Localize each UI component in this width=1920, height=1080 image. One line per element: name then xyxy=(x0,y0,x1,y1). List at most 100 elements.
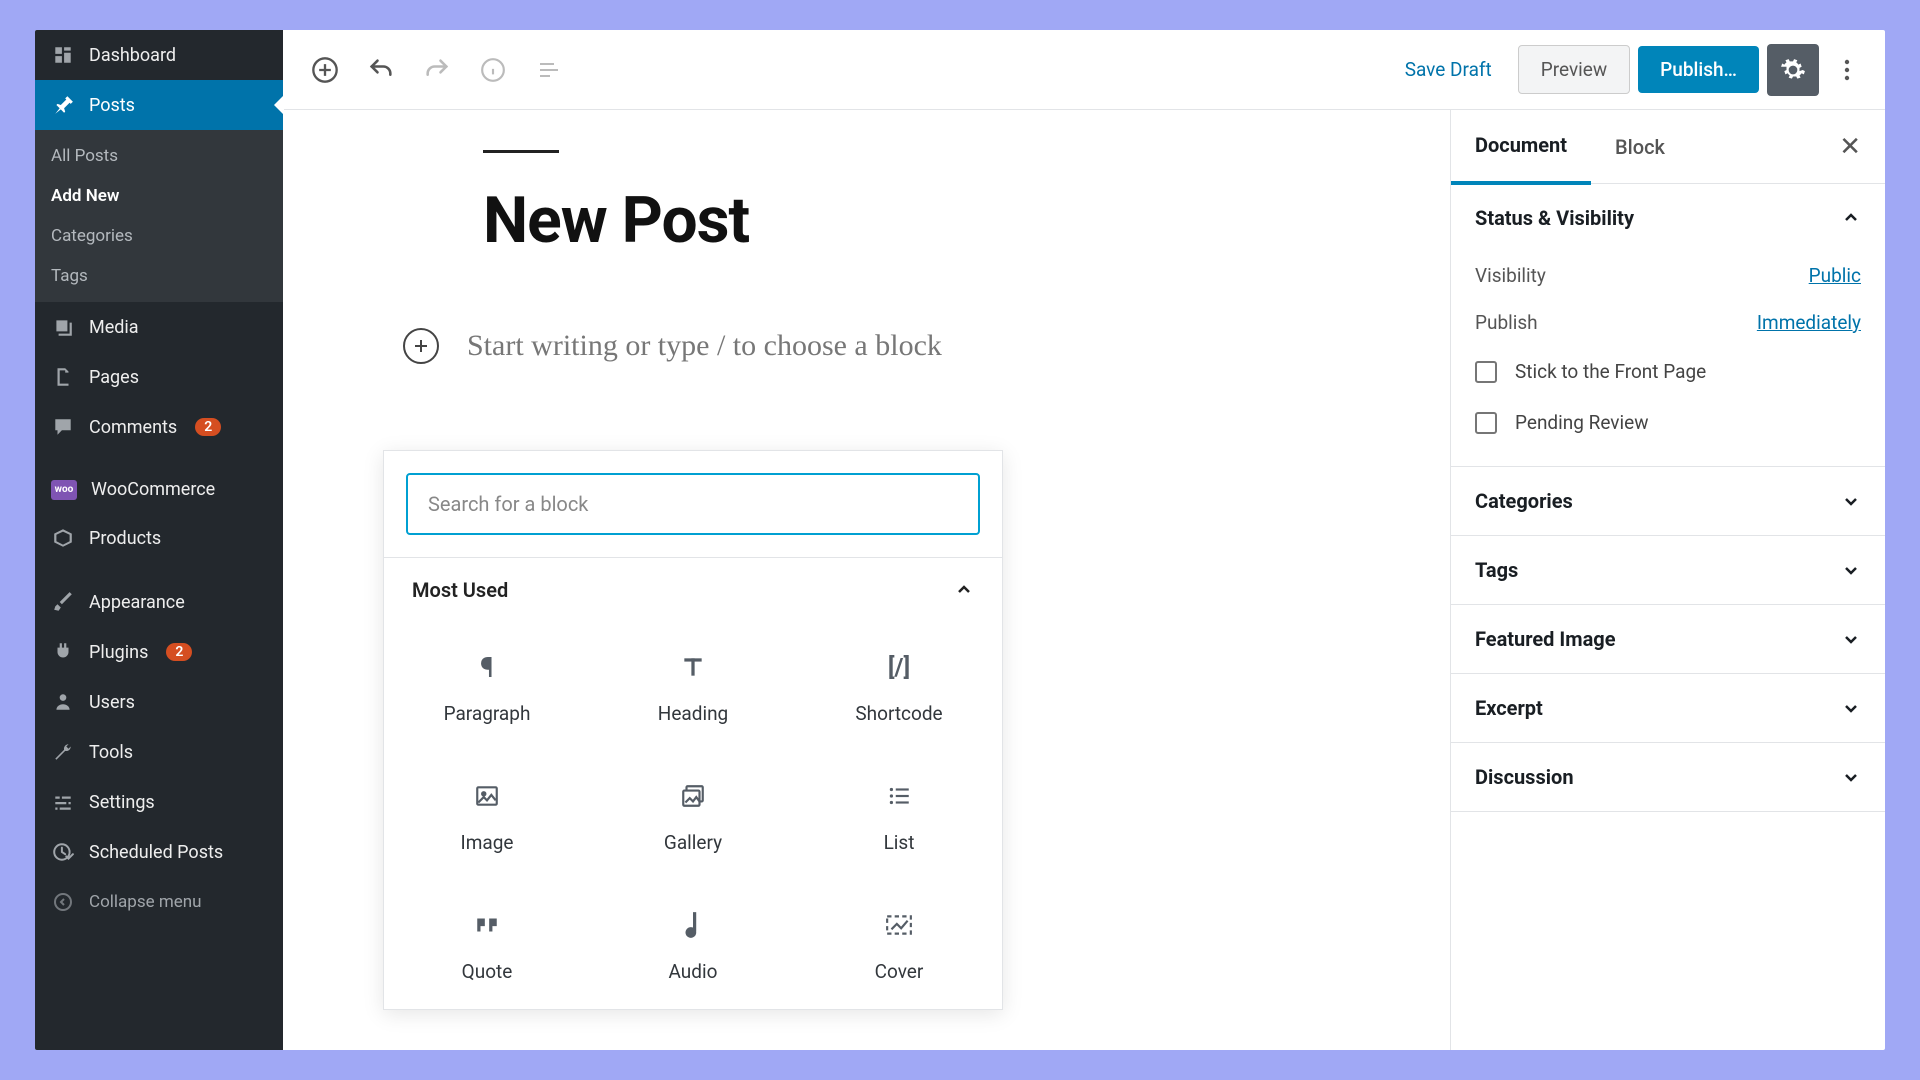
tab-document[interactable]: Document xyxy=(1451,109,1591,185)
block-search-input[interactable] xyxy=(406,473,980,535)
publish-value-link[interactable]: Immediately xyxy=(1757,311,1861,334)
users-icon xyxy=(51,690,75,714)
outline-button[interactable] xyxy=(525,46,573,94)
chevron-down-icon xyxy=(1841,560,1861,580)
block-gallery[interactable]: Gallery xyxy=(590,751,796,880)
stick-front-label: Stick to the Front Page xyxy=(1515,360,1706,383)
sidebar-label: Dashboard xyxy=(89,45,176,66)
sidebar-collapse-menu[interactable]: Collapse menu xyxy=(35,877,283,927)
visibility-label: Visibility xyxy=(1475,264,1546,287)
image-icon xyxy=(474,779,500,813)
list-icon xyxy=(886,779,912,813)
sidebar-item-pages[interactable]: Pages xyxy=(35,352,283,402)
comments-count-badge: 2 xyxy=(195,418,221,436)
categories-header[interactable]: Categories xyxy=(1451,467,1885,535)
block-list[interactable]: List xyxy=(796,751,1002,880)
editor-toolbar: Save Draft Preview Publish… xyxy=(283,30,1885,110)
sidebar-label: Media xyxy=(89,317,139,338)
section-excerpt: Excerpt xyxy=(1451,674,1885,743)
block-audio[interactable]: Audio xyxy=(590,880,796,1009)
content-row: New Post Start writing or type / to choo… xyxy=(283,110,1885,1050)
sidebar-item-products[interactable]: Products xyxy=(35,513,283,563)
add-block-button[interactable] xyxy=(301,46,349,94)
status-visibility-body: Visibility Public Publish Immediately St… xyxy=(1451,252,1885,466)
most-used-header[interactable]: Most Used xyxy=(384,558,1002,622)
redo-button[interactable] xyxy=(413,46,461,94)
inline-add-block-button[interactable] xyxy=(403,328,439,364)
paragraph-icon: ¶ xyxy=(480,650,494,684)
sidebar-item-tools[interactable]: Tools xyxy=(35,727,283,777)
info-button[interactable] xyxy=(469,46,517,94)
sub-categories[interactable]: Categories xyxy=(35,216,283,256)
section-discussion: Discussion xyxy=(1451,743,1885,812)
sub-tags[interactable]: Tags xyxy=(35,256,283,296)
block-heading[interactable]: Heading xyxy=(590,622,796,751)
sidebar-label: Pages xyxy=(89,367,139,388)
block-cover[interactable]: Cover xyxy=(796,880,1002,1009)
audio-icon xyxy=(682,908,704,942)
block-paragraph[interactable]: ¶Paragraph xyxy=(384,622,590,751)
publish-label: Publish xyxy=(1475,311,1538,334)
quote-icon xyxy=(474,908,500,942)
body-placeholder[interactable]: Start writing or type / to choose a bloc… xyxy=(467,329,942,363)
featured-image-header[interactable]: Featured Image xyxy=(1451,605,1885,673)
stick-front-checkbox[interactable] xyxy=(1475,361,1497,383)
sidebar-label: Settings xyxy=(89,792,155,813)
sidebar-item-dashboard[interactable]: Dashboard xyxy=(35,30,283,80)
discussion-header[interactable]: Discussion xyxy=(1451,743,1885,811)
more-options-button[interactable] xyxy=(1827,44,1867,96)
clock-check-icon xyxy=(51,840,75,864)
pending-review-checkbox[interactable] xyxy=(1475,412,1497,434)
section-label: Tags xyxy=(1475,558,1518,582)
wrench-icon xyxy=(51,740,75,764)
section-label: Categories xyxy=(1475,489,1573,513)
chevron-down-icon xyxy=(1841,698,1861,718)
sidebar-item-users[interactable]: Users xyxy=(35,677,283,727)
plugins-icon xyxy=(51,640,75,664)
sidebar-label: Posts xyxy=(89,95,135,116)
post-editor: New Post Start writing or type / to choo… xyxy=(283,110,1450,1050)
tags-header[interactable]: Tags xyxy=(1451,536,1885,604)
settings-gear-button[interactable] xyxy=(1767,44,1819,96)
document-settings-panel: Document Block ✕ Status & Visibility Vis… xyxy=(1450,110,1885,1050)
excerpt-header[interactable]: Excerpt xyxy=(1451,674,1885,742)
pending-review-label: Pending Review xyxy=(1515,411,1648,434)
sub-all-posts[interactable]: All Posts xyxy=(35,136,283,176)
status-visibility-header[interactable]: Status & Visibility xyxy=(1451,184,1885,252)
publish-button[interactable]: Publish… xyxy=(1638,46,1759,93)
sidebar-item-woocommerce[interactable]: woo WooCommerce xyxy=(35,466,283,513)
block-image[interactable]: Image xyxy=(384,751,590,880)
pending-review-row: Pending Review xyxy=(1475,397,1861,448)
section-label: Excerpt xyxy=(1475,696,1543,720)
block-quote[interactable]: Quote xyxy=(384,880,590,1009)
sidebar-item-media[interactable]: Media xyxy=(35,302,283,352)
tab-block[interactable]: Block xyxy=(1591,111,1689,183)
sidebar-label: Products xyxy=(89,528,161,549)
sidebar-item-scheduled-posts[interactable]: Scheduled Posts xyxy=(35,827,283,877)
cover-icon xyxy=(885,908,913,942)
sidebar-item-plugins[interactable]: Plugins 2 xyxy=(35,627,283,677)
visibility-value-link[interactable]: Public xyxy=(1809,264,1861,287)
heading-icon xyxy=(680,650,706,684)
title-divider xyxy=(483,150,559,153)
blocks-grid: ¶Paragraph Heading [/]Shortcode Image Ga… xyxy=(384,622,1002,1009)
main-area: Save Draft Preview Publish… New Post Sta… xyxy=(283,30,1885,1050)
sidebar-item-posts[interactable]: Posts xyxy=(35,80,283,130)
sidebar-item-appearance[interactable]: Appearance xyxy=(35,577,283,627)
section-label: Discussion xyxy=(1475,765,1574,789)
preview-button[interactable]: Preview xyxy=(1518,45,1630,94)
post-title[interactable]: New Post xyxy=(483,183,1450,258)
section-label: Most Used xyxy=(412,578,508,602)
shortcode-icon: [/] xyxy=(888,650,910,684)
sub-add-new[interactable]: Add New xyxy=(35,176,283,216)
chevron-up-icon xyxy=(1841,208,1861,228)
block-shortcode[interactable]: [/]Shortcode xyxy=(796,622,1002,751)
sidebar-item-comments[interactable]: Comments 2 xyxy=(35,402,283,452)
save-draft-button[interactable]: Save Draft xyxy=(1387,48,1510,91)
undo-button[interactable] xyxy=(357,46,405,94)
chevron-down-icon xyxy=(1841,767,1861,787)
sidebar-item-settings[interactable]: Settings xyxy=(35,777,283,827)
section-label: Status & Visibility xyxy=(1475,206,1634,230)
panel-close-button[interactable]: ✕ xyxy=(1829,122,1871,172)
sidebar-label: Appearance xyxy=(89,592,185,613)
